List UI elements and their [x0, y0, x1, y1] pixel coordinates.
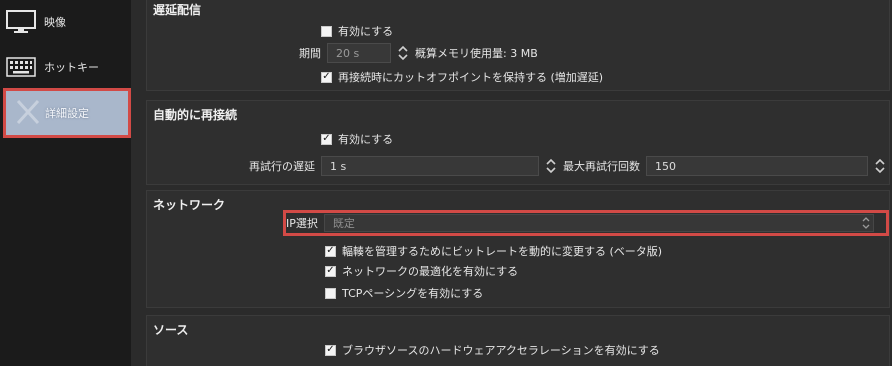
sidebar-item-hotkeys[interactable]: ホットキー — [0, 47, 131, 87]
retry-delay-row: 再試行の遅延 1 s 最大再試行回数 150 — [243, 156, 886, 176]
network-group: ネットワーク IP選択 既定 ✓ 輻輳を管理するためにビットレートを動的に変更す… — [146, 190, 890, 308]
group-title: ネットワーク — [153, 198, 226, 212]
duration-spinbox[interactable]: 20 s — [327, 43, 391, 63]
checkbox-label: TCPペーシングを有効にする — [342, 287, 484, 300]
ip-bind-value: 既定 — [332, 217, 355, 230]
keyboard-icon — [6, 57, 36, 77]
panel-divider — [131, 0, 144, 366]
spinner-arrows-icon[interactable] — [874, 157, 886, 175]
advanced-settings-panel: 遅延配信 有効にする 期間 20 s 概算メモリ使用量: 3 MB ✓ 再接続時… — [144, 0, 892, 366]
checkbox-checked[interactable]: ✓ — [321, 133, 332, 145]
memory-estimate-text: 概算メモリ使用量: 3 MB — [415, 47, 538, 60]
checkbox-checked[interactable]: ✓ — [325, 245, 336, 257]
sidebar-item-video[interactable]: 映像 — [0, 2, 131, 42]
tcp-pacing-checkbox[interactable]: TCPペーシングを有効にする — [325, 285, 483, 301]
checkbox-unchecked[interactable] — [325, 287, 336, 299]
group-title: 遅延配信 — [153, 3, 202, 17]
sidebar-item-label: ホットキー — [44, 61, 99, 74]
network-optimize-checkbox[interactable]: ✓ ネットワークの最適化を有効にする — [325, 263, 518, 279]
reconnect-enable-checkbox[interactable]: ✓ 有効にする — [321, 131, 393, 147]
sidebar-item-label: 詳細設定 — [45, 107, 89, 120]
checkbox-label: 有効にする — [338, 25, 394, 38]
delay-duration-row: 期間 20 s 概算メモリ使用量: 3 MB — [287, 43, 538, 63]
stream-delay-group: 遅延配信 有効にする 期間 20 s 概算メモリ使用量: 3 MB ✓ 再接続時… — [146, 0, 890, 91]
retry-delay-spinbox[interactable]: 1 s — [321, 156, 539, 176]
group-title: 自動的に再接続 — [153, 108, 238, 122]
ip-bind-row: IP選択 既定 — [286, 214, 886, 232]
spinner-arrows-icon[interactable] — [545, 157, 557, 175]
checkbox-unchecked[interactable] — [321, 25, 332, 37]
duration-value: 20 s — [336, 46, 360, 60]
ip-bind-highlight: IP選択 既定 — [283, 210, 889, 236]
chevron-updown-icon[interactable] — [862, 216, 870, 233]
checkbox-label: 輻輳を管理するためにビットレートを動的に変更する (ベータ版) — [342, 245, 663, 258]
delay-preserve-checkbox[interactable]: ✓ 再接続時にカットオフポイントを保持する (増加遅延) — [321, 69, 603, 85]
advanced-settings-icon — [14, 97, 42, 127]
sources-group: ソース ✓ ブラウザソースのハードウェアアクセラレーションを有効にする — [146, 315, 890, 366]
retry-delay-label: 再試行の遅延 — [249, 160, 315, 173]
checkbox-label: 再接続時にカットオフポイントを保持する (増加遅延) — [338, 71, 604, 84]
checkbox-label: ネットワークの最適化を有効にする — [342, 265, 519, 278]
retry-delay-value: 1 s — [330, 159, 347, 173]
spinner-arrows-icon[interactable] — [397, 44, 409, 62]
checkbox-checked[interactable]: ✓ — [325, 265, 336, 277]
group-title: ソース — [153, 323, 189, 337]
sidebar-item-label: 映像 — [44, 16, 66, 29]
browser-hw-accel-checkbox[interactable]: ✓ ブラウザソースのハードウェアアクセラレーションを有効にする — [325, 342, 660, 358]
duration-label: 期間 — [299, 47, 321, 60]
sidebar-item-advanced[interactable]: 詳細設定 — [3, 88, 131, 138]
checkbox-label: 有効にする — [338, 133, 394, 146]
auto-reconnect-group: 自動的に再接続 ✓ 有効にする 再試行の遅延 1 s 最大再試行回数 150 — [146, 100, 890, 185]
max-retries-spinbox[interactable]: 150 — [646, 156, 868, 176]
max-retries-value: 150 — [655, 159, 676, 173]
dynamic-bitrate-checkbox[interactable]: ✓ 輻輳を管理するためにビットレートを動的に変更する (ベータ版) — [325, 243, 662, 259]
ip-bind-select[interactable]: 既定 — [323, 214, 874, 233]
checkbox-checked[interactable]: ✓ — [325, 344, 336, 356]
delay-enable-checkbox[interactable]: 有効にする — [321, 23, 393, 39]
max-retries-label: 最大再試行回数 — [563, 160, 640, 173]
checkbox-checked[interactable]: ✓ — [321, 71, 332, 83]
monitor-icon — [6, 10, 36, 34]
settings-sidebar: 映像 ホットキー 詳細設定 — [0, 0, 131, 366]
checkbox-label: ブラウザソースのハードウェアアクセラレーションを有効にする — [342, 344, 660, 357]
ip-bind-label: IP選択 — [286, 217, 318, 230]
